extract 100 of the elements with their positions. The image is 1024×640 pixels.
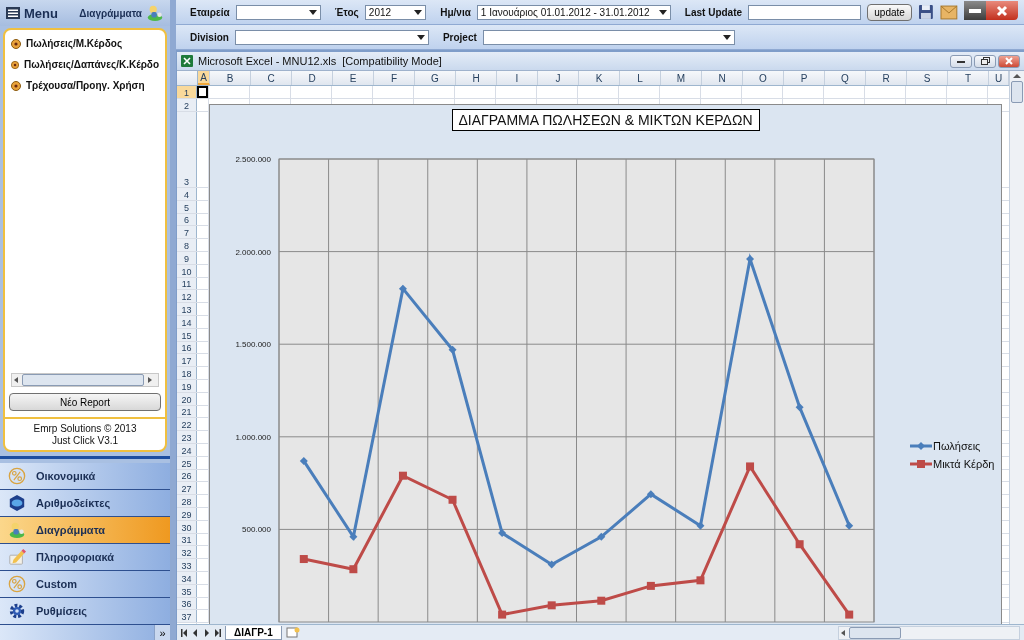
row-header[interactable]: 28 — [177, 495, 197, 507]
column-header[interactable]: M — [661, 71, 702, 85]
data-point — [646, 490, 655, 499]
data-point — [746, 462, 755, 471]
new-report-button[interactable]: Νέο Report — [9, 393, 161, 411]
menu-icon[interactable] — [6, 7, 20, 19]
nav-item[interactable]: Πληροφοριακά — [0, 544, 170, 571]
column-header[interactable]: A — [198, 71, 210, 85]
minimize-button[interactable] — [950, 54, 972, 68]
legend-label: Μικτά Κέρδη — [933, 458, 995, 470]
bullet-icon — [11, 59, 20, 70]
year-dropdown[interactable]: 2012 — [364, 4, 427, 20]
row-header[interactable]: 2 — [177, 99, 197, 111]
arrow-icon[interactable] — [146, 376, 154, 384]
axis-label: 1.500.000 — [235, 340, 271, 350]
envelope-icon[interactable] — [940, 4, 958, 20]
company-dropdown[interactable] — [235, 4, 321, 20]
column-header[interactable]: B — [210, 71, 251, 85]
arrow-icon[interactable] — [1013, 73, 1021, 79]
column-header[interactable]: S — [907, 71, 948, 85]
row-header[interactable]: 17 — [177, 354, 197, 367]
column-header[interactable]: I — [497, 71, 538, 85]
row-header[interactable]: 4 — [177, 188, 197, 200]
scrollbar-thumb[interactable] — [22, 374, 144, 386]
axis-label: 500.000 — [242, 525, 271, 535]
vertical-scrollbar[interactable] — [1009, 71, 1024, 624]
last-update-field[interactable] — [748, 4, 861, 20]
date-dropdown[interactable]: 1 Ιανουάριος 01.01.2012 - 31.01.2012 — [476, 4, 671, 20]
data-point — [547, 560, 556, 569]
row-header[interactable]: 32 — [177, 546, 197, 559]
update-button[interactable]: update — [866, 3, 913, 21]
horizontal-scrollbar[interactable] — [11, 373, 159, 387]
column-header[interactable]: F — [374, 71, 415, 85]
pencil-icon — [8, 548, 26, 566]
report-item[interactable]: Τρέχουσα/Προηγ. Χρήση — [26, 80, 145, 91]
column-header[interactable]: T — [948, 71, 989, 85]
nav-item[interactable]: Οικονομικά — [0, 463, 170, 490]
report-item[interactable]: Πωλήσεις/Μ.Κέρδος — [26, 38, 123, 49]
row-header[interactable]: 23 — [177, 431, 197, 443]
nav-item[interactable]: Ρυθμίσεις — [0, 598, 170, 625]
minimize-button[interactable] — [964, 1, 986, 20]
data-point — [646, 581, 655, 590]
row-header[interactable]: 7 — [177, 226, 197, 239]
row-header[interactable]: 18 — [177, 367, 197, 379]
expand-button[interactable]: » — [154, 625, 170, 640]
column-header[interactable]: H — [456, 71, 497, 85]
row-header[interactable]: 33 — [177, 559, 197, 571]
arrow-icon[interactable] — [839, 628, 847, 637]
legend-marker — [910, 459, 932, 469]
window-title: Microsoft Excel - MNU12.xls [Compatibility Mode] — [198, 55, 442, 67]
row-header[interactable]: 13 — [177, 303, 197, 315]
report-item[interactable]: Πωλήσεις/Δαπάνες/Κ.Κέρδο — [24, 59, 159, 70]
scrollbar-thumb[interactable] — [849, 626, 901, 639]
column-header[interactable]: R — [866, 71, 907, 85]
field-label: Division — [190, 31, 229, 43]
division-dropdown[interactable] — [234, 29, 429, 45]
data-point — [398, 471, 407, 480]
row-header[interactable]: 3 — [177, 112, 197, 187]
column-header[interactable]: J — [538, 71, 579, 85]
nav-item[interactable]: Αριθμοδείκτες — [0, 490, 170, 517]
row-header[interactable]: 1 — [177, 86, 197, 98]
column-header[interactable]: E — [333, 71, 374, 85]
row-header[interactable]: 8 — [177, 239, 197, 251]
horizontal-scrollbar[interactable] — [838, 625, 1020, 640]
column-header[interactable]: N — [702, 71, 743, 85]
column-header[interactable]: Q — [825, 71, 866, 85]
footer-text: Emrp Solutions © 2013 — [33, 423, 137, 434]
caret-icon — [414, 9, 423, 15]
nav-item[interactable]: Διαγράμματα — [0, 517, 170, 544]
column-header[interactable]: C — [251, 71, 292, 85]
field-label: Εταιρεία — [190, 6, 230, 18]
close-button[interactable] — [986, 1, 1018, 20]
row-header[interactable]: 37 — [177, 610, 197, 623]
close-button[interactable] — [998, 54, 1020, 68]
row-header[interactable]: 22 — [177, 418, 197, 431]
data-point — [448, 345, 457, 354]
sheet-tab[interactable]: ΔΙΑΓΡ-1 — [225, 625, 282, 640]
data-point — [795, 540, 804, 549]
row-header[interactable]: 27 — [177, 482, 197, 495]
data-point — [845, 610, 854, 619]
restore-button[interactable] — [974, 54, 996, 68]
column-header[interactable]: O — [743, 71, 784, 85]
save-icon[interactable] — [918, 4, 935, 20]
column-header[interactable]: L — [620, 71, 661, 85]
project-dropdown[interactable] — [482, 29, 735, 45]
column-header[interactable]: P — [784, 71, 825, 85]
data-point — [349, 532, 358, 541]
field-label: Project — [442, 31, 477, 43]
column-header[interactable]: G — [415, 71, 456, 85]
row-header[interactable]: 12 — [177, 290, 197, 303]
menu-title[interactable]: Menu — [24, 5, 58, 21]
percent-icon — [8, 467, 26, 485]
data-point — [795, 403, 804, 412]
scrollbar-thumb[interactable] — [1011, 81, 1023, 103]
arrow-icon[interactable] — [12, 376, 20, 384]
sheet-navigation-icon[interactable] — [181, 628, 221, 637]
column-header[interactable]: K — [579, 71, 620, 85]
data-point — [299, 555, 308, 564]
nav-item[interactable]: Custom — [0, 571, 170, 598]
column-header[interactable]: D — [292, 71, 333, 85]
